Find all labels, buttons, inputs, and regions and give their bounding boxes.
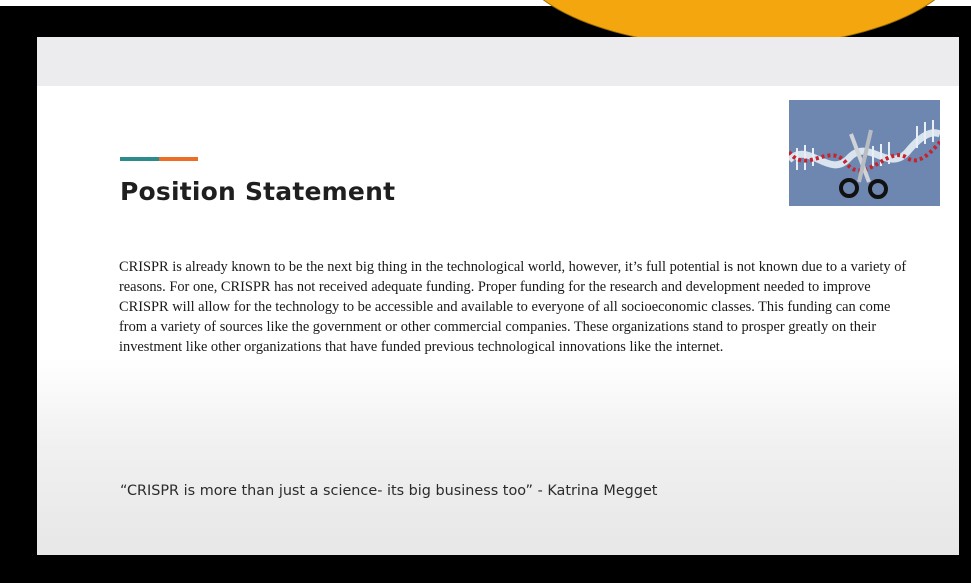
- position-statement-body: CRISPR is already known to be the next b…: [119, 259, 907, 355]
- accent-teal-segment: [120, 157, 159, 161]
- accent-orange-segment: [159, 157, 198, 161]
- slide-header-band: [37, 37, 959, 86]
- slide-quote: “CRISPR is more than just a science- its…: [120, 483, 658, 499]
- dna-scissors-image: [786, 100, 942, 206]
- dna-scissors-icon: [786, 100, 942, 206]
- title-accent-line: [120, 157, 198, 161]
- right-edge-strip: [959, 130, 971, 555]
- slide-title: Position Statement: [120, 177, 396, 206]
